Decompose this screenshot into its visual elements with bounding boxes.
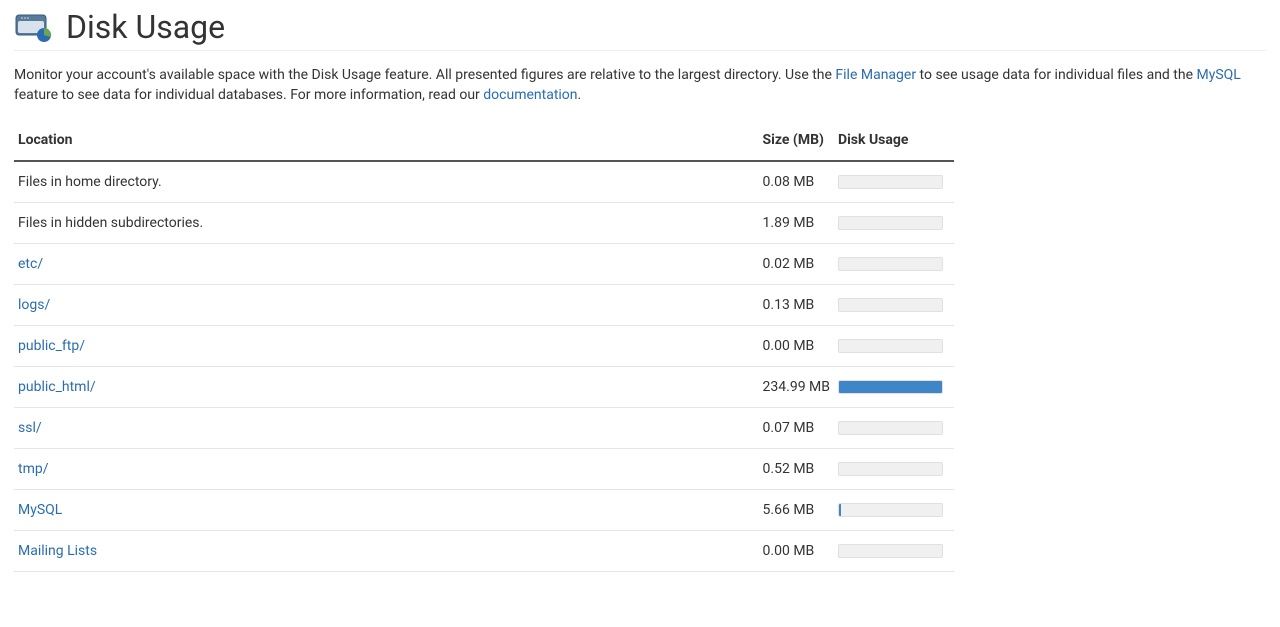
page-title: Disk Usage <box>66 8 225 46</box>
usage-bar-cell <box>834 284 954 325</box>
usage-bar <box>838 216 943 230</box>
table-row: Files in home directory. 0.08 MB <box>14 161 954 203</box>
usage-bar <box>838 462 943 476</box>
location-cell: Files in hidden subdirectories. <box>14 202 759 243</box>
usage-bar-cell <box>834 489 954 530</box>
intro-paragraph: Monitor your account's available space w… <box>14 65 1266 106</box>
location-link[interactable]: MySQL <box>18 502 62 518</box>
size-cell: 0.52 MB <box>759 448 834 489</box>
disk-usage-table: Location Size (MB) Disk Usage Files in h… <box>14 124 954 572</box>
intro-text-2: to see usage data for individual files a… <box>916 67 1196 83</box>
usage-bar-cell <box>834 530 954 571</box>
usage-bar-cell <box>834 448 954 489</box>
location-text: Files in hidden subdirectories. <box>18 215 203 231</box>
table-row: tmp/0.52 MB <box>14 448 954 489</box>
usage-bar <box>838 298 943 312</box>
size-cell: 0.02 MB <box>759 243 834 284</box>
location-cell: public_ftp/ <box>14 325 759 366</box>
size-cell: 0.00 MB <box>759 530 834 571</box>
table-row: public_html/234.99 MB <box>14 366 954 407</box>
disk-usage-icon <box>14 11 54 43</box>
table-row: MySQL 5.66 MB <box>14 489 954 530</box>
location-link[interactable]: public_html/ <box>18 379 96 395</box>
size-cell: 1.89 MB <box>759 202 834 243</box>
usage-bar-cell <box>834 407 954 448</box>
location-link[interactable]: tmp/ <box>18 461 49 477</box>
table-row: Files in hidden subdirectories. 1.89 MB <box>14 202 954 243</box>
usage-bar-cell <box>834 366 954 407</box>
location-cell: tmp/ <box>14 448 759 489</box>
location-cell: public_html/ <box>14 366 759 407</box>
table-row: public_ftp/0.00 MB <box>14 325 954 366</box>
size-cell: 234.99 MB <box>759 366 834 407</box>
usage-bar <box>838 257 943 271</box>
usage-bar-fill <box>839 504 841 516</box>
mysql-link[interactable]: MySQL <box>1196 67 1240 83</box>
size-cell: 0.00 MB <box>759 325 834 366</box>
size-cell: 0.08 MB <box>759 161 834 203</box>
col-header-size: Size (MB) <box>759 124 834 161</box>
location-cell: etc/ <box>14 243 759 284</box>
location-cell: Files in home directory. <box>14 161 759 203</box>
location-link[interactable]: public_ftp/ <box>18 338 85 354</box>
page-header: Disk Usage <box>14 8 1266 51</box>
location-link[interactable]: Mailing Lists <box>18 543 97 559</box>
table-row: logs/0.13 MB <box>14 284 954 325</box>
usage-bar-cell <box>834 243 954 284</box>
table-row: Mailing Lists 0.00 MB <box>14 530 954 571</box>
intro-text-4: . <box>578 87 582 103</box>
size-cell: 0.07 MB <box>759 407 834 448</box>
location-link[interactable]: logs/ <box>18 297 50 313</box>
intro-text-1: Monitor your account's available space w… <box>14 67 835 83</box>
usage-bar <box>838 380 943 394</box>
usage-bar-cell <box>834 202 954 243</box>
location-link[interactable]: etc/ <box>18 256 43 272</box>
usage-bar <box>838 544 943 558</box>
location-text: Files in home directory. <box>18 174 162 190</box>
location-cell: logs/ <box>14 284 759 325</box>
size-cell: 0.13 MB <box>759 284 834 325</box>
usage-bar-cell <box>834 325 954 366</box>
table-row: ssl/0.07 MB <box>14 407 954 448</box>
location-cell: MySQL <box>14 489 759 530</box>
usage-bar <box>838 503 943 517</box>
file-manager-link[interactable]: File Manager <box>835 67 916 83</box>
usage-bar-cell <box>834 161 954 203</box>
documentation-link[interactable]: documentation <box>483 87 577 103</box>
usage-bar-fill <box>839 381 942 393</box>
table-row: etc/0.02 MB <box>14 243 954 284</box>
size-cell: 5.66 MB <box>759 489 834 530</box>
location-cell: Mailing Lists <box>14 530 759 571</box>
location-cell: ssl/ <box>14 407 759 448</box>
usage-bar <box>838 421 943 435</box>
location-link[interactable]: ssl/ <box>18 420 42 436</box>
usage-bar <box>838 339 943 353</box>
col-header-location: Location <box>14 124 759 161</box>
col-header-usage: Disk Usage <box>834 124 954 161</box>
intro-text-3: feature to see data for individual datab… <box>14 87 483 103</box>
usage-bar <box>838 175 943 189</box>
